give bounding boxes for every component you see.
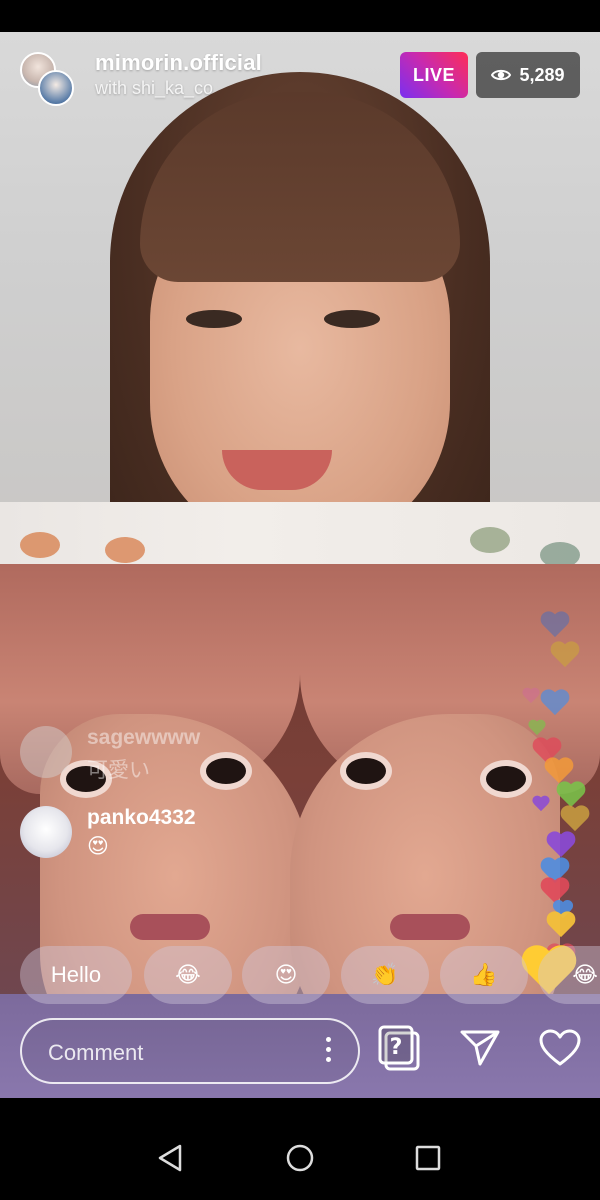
- status-bar: [0, 0, 600, 32]
- commenter-username[interactable]: sagewwww: [87, 726, 200, 750]
- shirt-flower: [470, 527, 510, 553]
- share-button[interactable]: [452, 1022, 508, 1078]
- viewer-count: 5,289: [519, 64, 565, 85]
- comment-text: 😍: [87, 835, 109, 858]
- quick-reply-hello[interactable]: Hello: [20, 946, 132, 1004]
- heart-icon: [540, 690, 570, 720]
- host-shirt: [0, 502, 600, 564]
- guest-with-label[interactable]: with shi_ka_co: [95, 78, 213, 99]
- svg-text:?: ?: [390, 1035, 403, 1060]
- heart-icon: [522, 688, 540, 706]
- heart-icon: [546, 912, 576, 942]
- host-right-eye: [324, 310, 380, 328]
- host-video: [0, 32, 600, 564]
- commenter-avatar[interactable]: [20, 726, 72, 778]
- guest-avatar[interactable]: [38, 70, 74, 106]
- home-button[interactable]: [282, 1142, 318, 1178]
- commenter-avatar[interactable]: [20, 806, 72, 858]
- guest-eye: [340, 752, 392, 790]
- guest-mouth: [390, 914, 470, 940]
- participant-avatars[interactable]: [20, 46, 80, 106]
- comment-text: 可愛い: [87, 759, 150, 782]
- guest-eye: [200, 752, 252, 790]
- eye-icon: [491, 68, 512, 82]
- circle-home-icon: [285, 1143, 315, 1178]
- quick-reply-clap[interactable]: 👏: [341, 946, 429, 1004]
- quick-reply-laugh-more[interactable]: 😂: [538, 946, 600, 1004]
- quick-reply-laugh[interactable]: 😂: [144, 946, 232, 1004]
- shirt-flower: [105, 537, 145, 563]
- host-left-eye: [186, 310, 242, 328]
- back-button[interactable]: [152, 1142, 188, 1178]
- viewer-count-button[interactable]: 5,289: [476, 52, 580, 98]
- more-vertical-icon[interactable]: [324, 1037, 332, 1067]
- quick-reply-thumbs-up[interactable]: 👍: [440, 946, 528, 1004]
- heart-icon: [540, 612, 570, 642]
- comment-placeholder: Comment: [48, 1040, 144, 1065]
- recents-button[interactable]: [410, 1142, 446, 1178]
- live-badge: LIVE: [400, 52, 468, 98]
- live-header: mimorin.official with shi_ka_co LIVE 5,2…: [0, 40, 600, 110]
- guest-mouth: [130, 914, 210, 940]
- quick-replies: Hello 😂 😍 👏 👍 😂: [20, 946, 600, 1004]
- triangle-back-icon: [156, 1143, 184, 1178]
- paper-plane-icon: [458, 1028, 502, 1073]
- quick-reply-heart-eyes[interactable]: 😍: [242, 946, 330, 1004]
- questions-button[interactable]: ?: [372, 1022, 428, 1078]
- host-username[interactable]: mimorin.official: [95, 50, 262, 76]
- comment-input[interactable]: Comment: [20, 1018, 360, 1084]
- heart-icon: [550, 642, 580, 672]
- commenter-username[interactable]: panko4332: [87, 806, 196, 830]
- guest-eye: [480, 760, 532, 798]
- like-button[interactable]: [532, 1022, 588, 1078]
- heart-icon: [532, 796, 550, 814]
- question-cards-icon: ?: [376, 1023, 424, 1078]
- square-recents-icon: [414, 1144, 442, 1177]
- shirt-flower: [540, 542, 580, 564]
- navigation-bar: [0, 1098, 600, 1200]
- heart-outline-icon: [539, 1029, 581, 1072]
- heart-icon: [528, 720, 546, 738]
- shirt-flower: [20, 532, 60, 558]
